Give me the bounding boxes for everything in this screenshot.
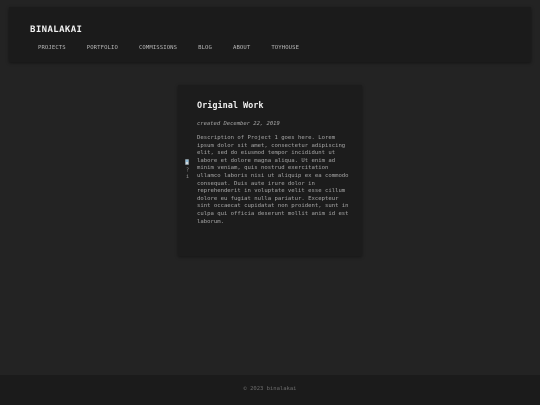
nav-link-toyhouse[interactable]: TOYHOUSE	[271, 45, 299, 51]
site-title-link[interactable]: BINALAKAI	[30, 25, 82, 35]
project-card[interactable]: Original Work created December 22, 2019 …	[178, 85, 362, 256]
project-title: Original Work	[197, 101, 264, 111]
main-nav: PROJECTS PORTFOLIO COMMISSIONS BLOG ABOU…	[38, 45, 320, 51]
nav-link-commissions[interactable]: COMMISSIONS	[139, 45, 177, 51]
svg-text:i: i	[186, 174, 189, 180]
site-header: BINALAKAI PROJECTS PORTFOLIO COMMISSIONS…	[9, 7, 531, 62]
site-footer: © 2023 binalakai	[0, 375, 540, 405]
broken-image-icon: ? i	[185, 159, 189, 180]
nav-link-portfolio[interactable]: PORTFOLIO	[87, 45, 118, 51]
svg-text:?: ?	[186, 168, 189, 174]
nav-link-blog[interactable]: BLOG	[198, 45, 212, 51]
project-date: created December 22, 2019	[197, 121, 280, 127]
nav-link-projects[interactable]: PROJECTS	[38, 45, 66, 51]
nav-link-about[interactable]: ABOUT	[233, 45, 250, 51]
copyright-text: © 2023 binalakai	[243, 386, 297, 392]
project-description: Description of Project 1 goes here. Lore…	[197, 135, 349, 225]
page: BINALAKAI PROJECTS PORTFOLIO COMMISSIONS…	[0, 0, 540, 405]
